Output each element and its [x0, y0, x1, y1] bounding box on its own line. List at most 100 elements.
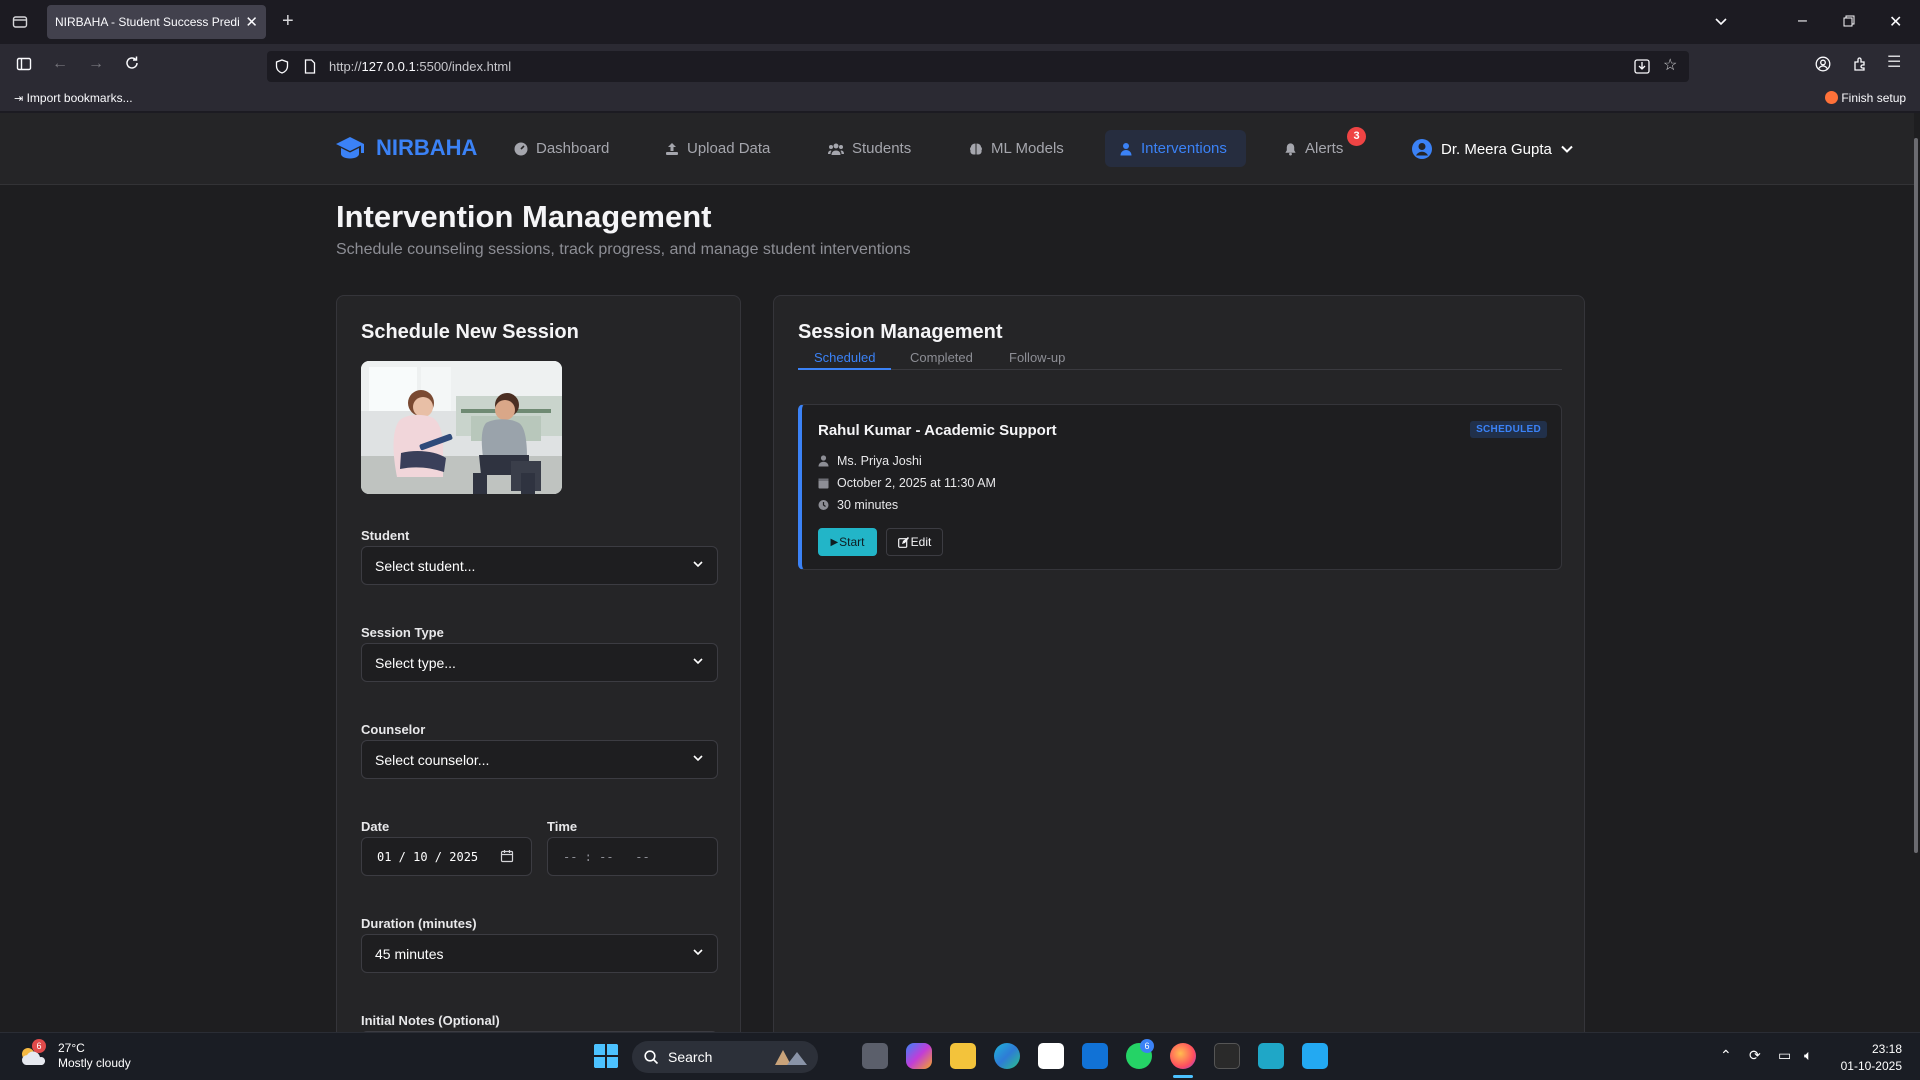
session-management-card: Session Management Scheduled Completed F…	[773, 295, 1585, 1032]
nav-upload-data[interactable]: Upload Data	[651, 130, 784, 167]
weather-widget[interactable]: 6 27°C Mostly cloudy	[18, 1039, 131, 1071]
counselor-select[interactable]: Select counselor...	[361, 740, 718, 779]
menu-icon[interactable]: ☰	[1887, 55, 1901, 71]
finish-setup-link[interactable]: Finish setup	[1825, 91, 1906, 105]
chevron-down-icon	[693, 949, 703, 956]
start-session-button[interactable]: ▶ Start	[818, 528, 877, 556]
nav-ml-models[interactable]: ML Models	[955, 130, 1078, 167]
session-title: Rahul Kumar - Academic Support	[818, 422, 1057, 439]
close-window-icon[interactable]: ✕	[1889, 12, 1902, 32]
tray-overflow-icon[interactable]: ⌃	[1720, 1047, 1732, 1064]
browser-tabbar: NIRBAHA - Student Success Predict ✕ + – …	[0, 0, 1920, 44]
session-type-label: Session Type	[361, 625, 444, 640]
play-icon: ▶	[830, 536, 839, 548]
clock-icon	[818, 500, 829, 510]
vscode-icon[interactable]	[1302, 1043, 1328, 1069]
address-bar[interactable]: http://127.0.0.1:5500/index.html ☆	[267, 51, 1689, 82]
graduation-cap-icon	[336, 137, 364, 159]
counselor-select-value: Select counselor...	[375, 752, 490, 768]
time-input-value: -- : -- --	[563, 850, 650, 864]
whatsapp-badge: 6	[1140, 1039, 1154, 1053]
account-icon[interactable]	[1815, 56, 1831, 76]
session-duration-text: 30 minutes	[837, 498, 899, 512]
nav-interventions[interactable]: Interventions	[1105, 130, 1246, 167]
restore-icon[interactable]	[1843, 14, 1855, 32]
clock-date: 01-10-2025	[1840, 1059, 1902, 1073]
user-icon	[1120, 142, 1132, 155]
back-icon[interactable]: ←	[52, 56, 68, 72]
chevron-down-icon	[1561, 145, 1573, 153]
calendar-icon[interactable]	[500, 849, 514, 863]
task-view-icon[interactable]	[862, 1043, 888, 1069]
date-label: Date	[361, 819, 390, 834]
browser-toolbar: ← → http://127.0.0.1:5500/index.html ☆ ☰	[0, 44, 1920, 84]
counseling-photo	[361, 361, 562, 494]
file-explorer-icon[interactable]	[950, 1043, 976, 1069]
schedule-session-card: Schedule New Session Student Select stud…	[336, 295, 741, 1032]
copilot-icon[interactable]	[906, 1043, 932, 1069]
nav-dashboard-label: Dashboard	[536, 140, 610, 157]
firefox-icon	[1825, 91, 1838, 104]
user-name: Dr. Meera Gupta	[1441, 140, 1552, 158]
nav-alerts[interactable]: Alerts	[1270, 130, 1357, 167]
tab-list-icon[interactable]	[12, 14, 28, 34]
edit-session-button[interactable]: Edit	[886, 528, 943, 556]
page-scrollbar[interactable]	[1914, 138, 1918, 853]
windows-start-icon[interactable]	[593, 1043, 619, 1069]
chevron-down-icon[interactable]	[1713, 13, 1729, 33]
outlook-icon[interactable]	[1082, 1043, 1108, 1069]
edit-icon	[897, 536, 909, 548]
volume-icon[interactable]: 🔈︎	[1804, 1047, 1812, 1064]
taskbar: 6 27°C Mostly cloudy Search 6 ⌃ ⟳ ▭ 🔈︎ 2…	[0, 1032, 1920, 1080]
page-icon[interactable]	[304, 59, 316, 78]
sync-icon[interactable]: ⟳	[1749, 1047, 1761, 1064]
page-title: Intervention Management	[336, 199, 712, 234]
tab-scheduled[interactable]: Scheduled	[814, 350, 875, 365]
date-input-value: 01 / 10 / 2025	[377, 850, 479, 864]
bell-icon	[1285, 142, 1296, 155]
close-tab-icon[interactable]: ✕	[245, 13, 258, 31]
edit-label: Edit	[910, 535, 932, 549]
active-app-indicator	[1173, 1075, 1193, 1078]
sidebar-icon[interactable]	[16, 56, 32, 76]
url-text[interactable]: http://127.0.0.1:5500/index.html	[329, 59, 511, 74]
user-avatar-icon	[1412, 139, 1432, 159]
shield-icon[interactable]	[275, 59, 289, 78]
extensions-icon[interactable]	[1852, 56, 1868, 76]
nav-dashboard[interactable]: Dashboard	[500, 130, 623, 167]
time-input[interactable]: -- : -- --	[547, 837, 718, 876]
session-item: Rahul Kumar - Academic Support SCHEDULED…	[798, 404, 1562, 570]
browser-tab-active[interactable]: NIRBAHA - Student Success Predict ✕	[47, 5, 266, 39]
chevron-down-icon	[693, 755, 703, 762]
microsoft-store-icon[interactable]	[1038, 1043, 1064, 1069]
save-page-icon[interactable]	[1634, 59, 1650, 78]
minimize-icon[interactable]: –	[1798, 12, 1807, 30]
session-counselor-name: Ms. Priya Joshi	[837, 454, 922, 468]
user-icon	[818, 455, 829, 467]
network-icon[interactable]: ▭	[1778, 1047, 1791, 1064]
firefox-icon[interactable]	[1170, 1043, 1196, 1069]
edge-icon[interactable]	[994, 1043, 1020, 1069]
clock[interactable]: 23:18 01-10-2025	[1841, 1041, 1902, 1075]
date-input[interactable]: 01 / 10 / 2025	[361, 837, 532, 876]
duration-select[interactable]: 45 minutes	[361, 934, 718, 973]
nav-students[interactable]: Students	[814, 130, 925, 167]
session-type-select[interactable]: Select type...	[361, 643, 718, 682]
bookmark-star-icon[interactable]: ☆	[1663, 58, 1677, 74]
epic-games-icon[interactable]	[1214, 1043, 1240, 1069]
reload-icon[interactable]	[124, 55, 140, 75]
tab-completed[interactable]: Completed	[910, 350, 973, 365]
start-label: Start	[839, 535, 865, 549]
import-bookmarks-link[interactable]: ⇥ Import bookmarks...	[14, 91, 133, 105]
tab-follow-up[interactable]: Follow-up	[1009, 350, 1065, 365]
brand-logo[interactable]: NIRBAHA	[335, 135, 477, 161]
new-tab-icon[interactable]: +	[282, 11, 294, 31]
nav-ml-models-label: ML Models	[991, 140, 1064, 157]
terminal-app-icon[interactable]	[1258, 1043, 1284, 1069]
status-badge: SCHEDULED	[1470, 421, 1547, 438]
session-datetime: October 2, 2025 at 11:30 AM	[818, 476, 996, 490]
taskbar-search[interactable]: Search	[632, 1041, 818, 1073]
user-menu[interactable]: Dr. Meera Gupta	[1412, 139, 1574, 159]
student-select[interactable]: Select student...	[361, 546, 718, 585]
forward-icon[interactable]: →	[88, 56, 104, 72]
